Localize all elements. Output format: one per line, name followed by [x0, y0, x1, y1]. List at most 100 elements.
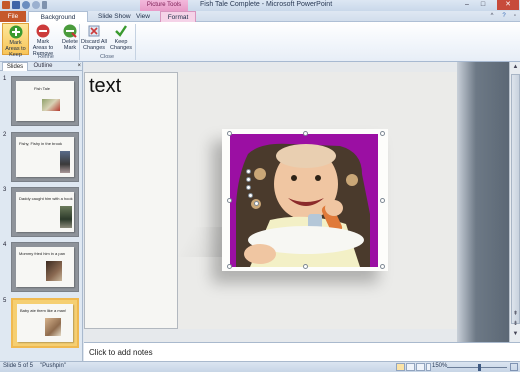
- ribbon: Mark Areas to Keep Mark Areas to Remove …: [0, 22, 520, 62]
- mark-keep-point[interactable]: [246, 177, 251, 182]
- reading-view-icon[interactable]: [416, 363, 425, 371]
- notes-placeholder[interactable]: Click to add notes: [89, 348, 153, 357]
- thumbnail-caption: Fish Tale: [34, 86, 50, 91]
- keep-changes-label: Keep Changes: [109, 39, 133, 51]
- slide-number: 3: [3, 187, 7, 193]
- ribbon-tabs: File Background Removal Slide Show View …: [0, 11, 520, 32]
- notes-pane[interactable]: Click to add notes: [84, 342, 520, 361]
- slide-number: 2: [3, 132, 7, 138]
- slide-number: 1: [3, 76, 7, 82]
- restore-window-icon[interactable]: ▫: [511, 12, 519, 20]
- tab-format[interactable]: Format: [160, 11, 196, 22]
- checkmark-icon: [115, 25, 127, 37]
- discard-all-changes-button[interactable]: Discard All Changes: [80, 23, 108, 55]
- mark-keep-point[interactable]: [246, 185, 251, 190]
- group-separator: [135, 24, 136, 60]
- delete-mark-label: Delete Mark: [62, 39, 78, 51]
- thumbnail-paper: Daddy caught him with a hook: [16, 192, 74, 232]
- resize-handle[interactable]: [227, 198, 232, 203]
- save-icon[interactable]: [12, 1, 20, 9]
- tab-background-removal[interactable]: Background Removal: [28, 11, 88, 32]
- thumbnail-paper: Baby ate them like a man!: [17, 304, 73, 342]
- tab-file[interactable]: File: [0, 11, 26, 22]
- zoom-slider[interactable]: [447, 364, 507, 371]
- slide-count: Slide 5 of 5: [3, 363, 34, 369]
- previous-slide-icon[interactable]: ⇞: [511, 310, 520, 319]
- mark-keep-label: Mark Areas to Keep: [5, 40, 26, 58]
- slide-thumbnail-selected[interactable]: 5 Baby ate them like a man!: [0, 296, 83, 350]
- slide-show-icon[interactable]: [426, 363, 431, 371]
- redo-icon[interactable]: [32, 1, 40, 9]
- customize-toolbar-icon[interactable]: [42, 1, 47, 9]
- thumbnail-frame: Fishy, Fishy in the brook: [11, 132, 79, 182]
- powerpoint-window: Picture Tools Fish Tale Complete - Micro…: [0, 0, 520, 372]
- slide-thumbnail[interactable]: 2 Fishy, Fishy in the brook: [0, 130, 83, 184]
- fit-to-window-icon[interactable]: [510, 363, 518, 371]
- minimize-icon[interactable]: –: [460, 0, 474, 10]
- maximize-icon[interactable]: □: [476, 0, 490, 10]
- minimize-ribbon-icon[interactable]: ^: [488, 12, 496, 20]
- baby-photo[interactable]: [230, 134, 378, 267]
- scrollbar-thumb[interactable]: [511, 74, 520, 324]
- plus-icon: [9, 25, 22, 39]
- theme-name[interactable]: "Pushpin": [40, 363, 66, 369]
- baby-photo-image: [230, 134, 378, 267]
- mark-keep-point[interactable]: [254, 201, 259, 206]
- resize-handle[interactable]: [380, 131, 385, 136]
- slide-text-panel[interactable]: text: [84, 72, 178, 329]
- vertical-scrollbar[interactable]: ▲ ⇞ ⇟ ▼: [509, 62, 520, 342]
- help-icon[interactable]: ?: [500, 12, 508, 20]
- next-slide-icon[interactable]: ⇟: [511, 320, 520, 329]
- resize-handle[interactable]: [227, 264, 232, 269]
- tab-view[interactable]: View: [130, 11, 156, 22]
- undo-icon[interactable]: [22, 1, 30, 9]
- keep-changes-button[interactable]: Keep Changes: [108, 23, 134, 55]
- thumbnail-caption: Mommy fried him in a pan: [19, 251, 66, 256]
- slide-sorter-icon[interactable]: [406, 363, 415, 371]
- thumbnail-frame: Fish Tale: [11, 76, 79, 126]
- thumbnail-fish-image: [42, 99, 60, 111]
- slide-editor: text: [84, 62, 457, 342]
- thumbnail-frame: Baby ate them like a man!: [11, 298, 79, 348]
- zoom-level[interactable]: 150%: [432, 363, 447, 369]
- scroll-up-icon[interactable]: ▲: [511, 63, 520, 72]
- delete-mark-icon: [63, 24, 77, 38]
- mark-areas-to-remove-button[interactable]: Mark Areas to Remove: [30, 23, 56, 57]
- mark-areas-to-keep-button[interactable]: Mark Areas to Keep: [2, 23, 29, 58]
- quick-access-toolbar: [2, 1, 47, 9]
- slide-text[interactable]: text: [89, 75, 121, 98]
- resize-handle[interactable]: [303, 264, 308, 269]
- mark-keep-point[interactable]: [246, 169, 251, 174]
- group-label-refine: Refine: [38, 54, 54, 60]
- resize-handle[interactable]: [227, 131, 232, 136]
- thumbnail-paper: Mommy fried him in a pan: [16, 247, 74, 287]
- slides-pane: Slides Outline × 1 Fish Tale 2 Fishy, Fi…: [0, 62, 83, 361]
- mark-keep-point[interactable]: [248, 193, 253, 198]
- resize-handle[interactable]: [303, 131, 308, 136]
- thumbnail-photo-image: [60, 206, 72, 228]
- slide-thumbnail[interactable]: 1 Fish Tale: [0, 74, 83, 128]
- slide-thumbnail[interactable]: 4 Mommy fried him in a pan: [0, 240, 83, 294]
- pane-tabs: Slides Outline ×: [0, 62, 83, 71]
- group-label-close: Close: [100, 54, 115, 60]
- tab-outline[interactable]: Outline: [30, 62, 56, 71]
- discard-label: Discard All Changes: [81, 39, 107, 51]
- thumbnail-paper: Fish Tale: [16, 81, 74, 121]
- close-pane-icon[interactable]: ×: [77, 62, 81, 71]
- minus-icon: [36, 24, 50, 38]
- slide-thumbnail[interactable]: 3 Daddy caught him with a hook: [0, 185, 83, 239]
- tab-slides[interactable]: Slides: [2, 62, 28, 71]
- picture-frame[interactable]: [222, 129, 388, 271]
- powerpoint-logo-icon[interactable]: [2, 1, 10, 9]
- resize-handle[interactable]: [380, 198, 385, 203]
- slide-number: 4: [3, 242, 7, 248]
- thumbnail-paper: Fishy, Fishy in the brook: [16, 137, 74, 177]
- thumbnail-caption: Baby ate them like a man!: [20, 308, 67, 313]
- normal-view-icon[interactable]: [396, 363, 405, 371]
- scroll-down-icon[interactable]: ▼: [511, 330, 520, 339]
- resize-handle[interactable]: [380, 264, 385, 269]
- zoom-slider-knob[interactable]: [478, 364, 482, 371]
- title-bar: Picture Tools Fish Tale Complete - Micro…: [0, 0, 520, 11]
- thumbnail-photo-image: [46, 261, 62, 281]
- close-icon[interactable]: ✕: [497, 0, 519, 10]
